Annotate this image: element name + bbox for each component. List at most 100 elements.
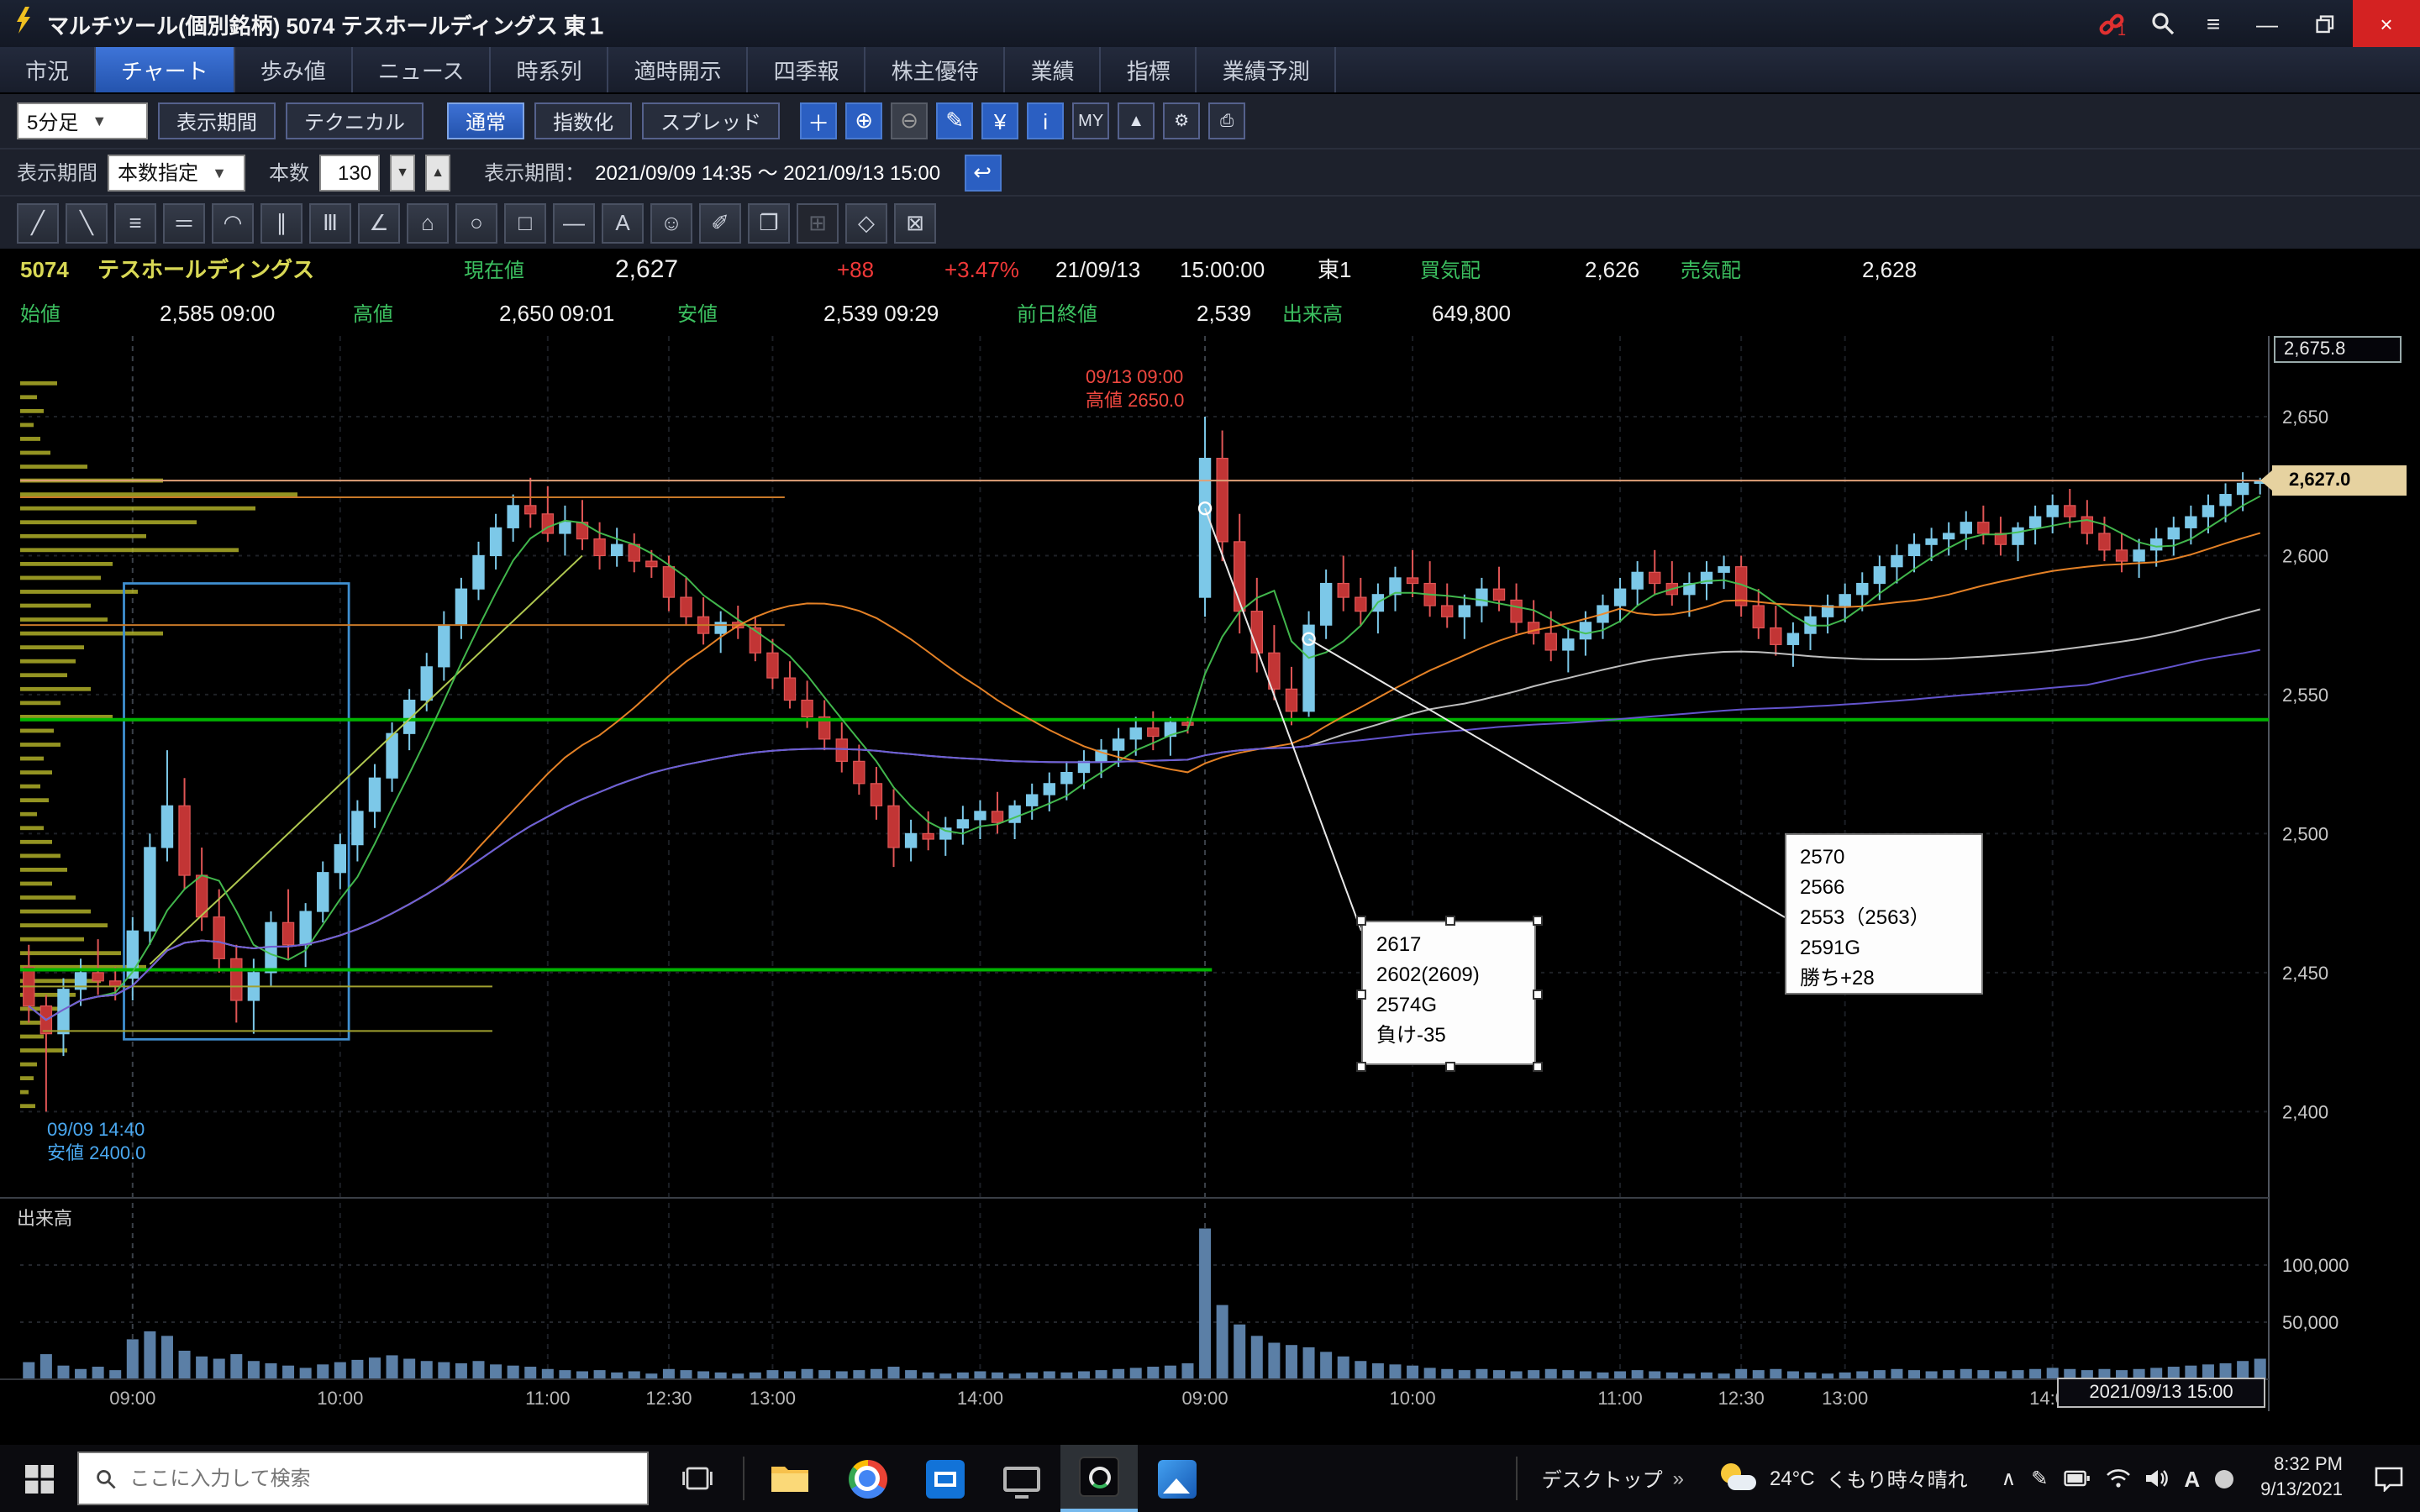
settings-wrench-button[interactable]: ⚙: [1163, 102, 1200, 139]
count-mode-select[interactable]: 本数指定▼: [108, 154, 245, 191]
tab-8[interactable]: 株主優待: [866, 47, 1006, 92]
tab-11[interactable]: 業績予測: [1197, 47, 1337, 92]
yen-axis-button[interactable]: ¥: [981, 102, 1018, 139]
tab-10[interactable]: 指標: [1102, 47, 1197, 92]
resize-handle[interactable]: [1445, 916, 1455, 926]
rect-tool[interactable]: □: [504, 202, 546, 243]
zoom-out-button[interactable]: ⊖: [891, 102, 928, 139]
trade-note-2[interactable]: 2570 2566 2553（2563） 2591G 勝ち+28: [1785, 833, 1983, 995]
svg-text:11:00: 11:00: [525, 1388, 570, 1409]
minimize-button[interactable]: —: [2238, 0, 2296, 47]
my-chart-button[interactable]: MY: [1072, 102, 1109, 139]
action-center-icon[interactable]: [2356, 1445, 2420, 1512]
resize-handle[interactable]: [1445, 1062, 1455, 1072]
desktop-toolbar[interactable]: デスクトップ »: [1525, 1464, 1701, 1493]
svg-text:14:00: 14:00: [957, 1388, 1003, 1409]
svg-text:2,600: 2,600: [2282, 545, 2328, 566]
tab-7[interactable]: 四季報: [749, 47, 866, 92]
pen-icon[interactable]: ✎: [2031, 1467, 2048, 1490]
resize-handle[interactable]: [1356, 1062, 1366, 1072]
display-period-button[interactable]: 表示期間: [158, 102, 276, 139]
trade-note-1[interactable]: 2617 2602(2609) 2574G 負け-35: [1361, 921, 1536, 1065]
quote-row-1: 5074 テスホールディングス 現在値 2,627 +88 +3.47% 21/…: [0, 249, 2420, 292]
mountain-chart-button[interactable]: ▲: [1118, 102, 1155, 139]
tab-9[interactable]: 業績: [1006, 47, 1102, 92]
tab-3[interactable]: 歩み値: [235, 47, 353, 92]
file-explorer-icon[interactable]: [751, 1445, 829, 1512]
resize-handle[interactable]: [1533, 1062, 1543, 1072]
fibonacci-tool[interactable]: ◠: [212, 202, 254, 243]
tab-5[interactable]: 時系列: [492, 47, 609, 92]
angle-tool[interactable]: ∠: [358, 202, 400, 243]
zoom-in-button[interactable]: ⊕: [845, 102, 882, 139]
copy-tool[interactable]: ❐: [748, 202, 790, 243]
icon-stamp-tool[interactable]: ☺: [650, 202, 692, 243]
tab-4[interactable]: ニュース: [353, 47, 492, 92]
tab-1[interactable]: 市況: [0, 47, 96, 92]
resize-handle[interactable]: [1356, 916, 1366, 926]
tab-2[interactable]: チャート: [96, 47, 235, 92]
channel-tool[interactable]: ∥: [260, 202, 302, 243]
ime-mode-icon[interactable]: A: [2184, 1466, 2200, 1491]
eraser-tool[interactable]: ◇: [845, 202, 887, 243]
pointer-stamp-tool[interactable]: ✐: [699, 202, 741, 243]
chevron-down-icon: ▼: [212, 164, 227, 181]
polygon-tool[interactable]: ⌂: [407, 202, 449, 243]
search-input[interactable]: [129, 1467, 630, 1490]
chart-canvas[interactable]: 2,6502,6002,5502,5002,4502,400100,00050,…: [0, 336, 2420, 1445]
trading-app-icon[interactable]: [1060, 1445, 1138, 1512]
wifi-icon[interactable]: [2105, 1468, 2130, 1488]
hidden-icons-chevron[interactable]: ∧: [2002, 1467, 2017, 1490]
bar-count-input[interactable]: 130: [319, 154, 380, 191]
reset-period-button[interactable]: ↩: [964, 154, 1001, 191]
clear-all-tool[interactable]: ⊠: [894, 202, 936, 243]
chevron-down-icon: ▼: [92, 113, 107, 129]
remote-desktop-icon[interactable]: [983, 1445, 1060, 1512]
crosshair-button[interactable]: ＋: [800, 102, 837, 139]
vline-tool[interactable]: Ⅲ: [309, 202, 351, 243]
taskbar-search[interactable]: [77, 1452, 649, 1505]
mode-index-button[interactable]: 指数化: [534, 102, 632, 139]
count-up-button[interactable]: ▲: [425, 154, 450, 191]
x-axis-labels: 09:0010:0011:0012:3013:0014:0009:0010:00…: [109, 1388, 2075, 1409]
chrome-icon[interactable]: [829, 1445, 906, 1512]
interval-select[interactable]: 5分足▼: [17, 102, 148, 139]
restore-button[interactable]: [2296, 0, 2353, 47]
start-button[interactable]: [0, 1445, 77, 1512]
count-dropdown-button[interactable]: ▼: [390, 154, 415, 191]
close-button[interactable]: ×: [2353, 0, 2420, 47]
chevron-double-icon: »: [1673, 1467, 1684, 1490]
ellipse-tool[interactable]: ○: [455, 202, 497, 243]
link-group-icon[interactable]: 1: [2087, 0, 2138, 47]
ime-circle-icon[interactable]: [2215, 1469, 2233, 1488]
print-button[interactable]: ⎙: [1208, 102, 1245, 139]
draw-button[interactable]: ✎: [936, 102, 973, 139]
parallel-lines-tool[interactable]: ＝: [163, 202, 205, 243]
task-view-button[interactable]: [659, 1445, 736, 1512]
technical-button[interactable]: テクニカル: [286, 102, 424, 139]
ray-tool[interactable]: ╲: [66, 202, 108, 243]
search-icon[interactable]: [2138, 0, 2188, 47]
mode-spread-button[interactable]: スプレッド: [642, 102, 780, 139]
mode-normal-button[interactable]: 通常: [447, 102, 524, 139]
quote-date: 21/09/13: [1055, 249, 1140, 292]
resize-handle[interactable]: [1533, 916, 1543, 926]
resize-handle[interactable]: [1533, 990, 1543, 1000]
info-button[interactable]: i: [1027, 102, 1064, 139]
text-tool[interactable]: A: [602, 202, 644, 243]
battery-icon[interactable]: [2063, 1470, 2090, 1487]
chart-area[interactable]: 2,6502,6002,5502,5002,4502,400100,00050,…: [0, 336, 2420, 1445]
segment-tool[interactable]: —: [553, 202, 595, 243]
hline-tool[interactable]: ≡: [114, 202, 156, 243]
volume-icon[interactable]: [2145, 1468, 2169, 1488]
taskbar-clock[interactable]: 8:32 PM 9/13/2021: [2247, 1453, 2356, 1503]
weather-widget[interactable]: 24°C くもり時々晴れ: [1701, 1462, 1988, 1495]
line-tool[interactable]: ╱: [17, 202, 59, 243]
period-label: 表示期間: [17, 158, 97, 186]
axis-max-label: 2,675.8: [2274, 336, 2402, 363]
menu-icon[interactable]: ≡: [2188, 0, 2238, 47]
photos-app-icon[interactable]: [1138, 1445, 1215, 1512]
tab-6[interactable]: 適時開示: [609, 47, 749, 92]
mail-app-icon[interactable]: [906, 1445, 983, 1512]
resize-handle[interactable]: [1356, 990, 1366, 1000]
